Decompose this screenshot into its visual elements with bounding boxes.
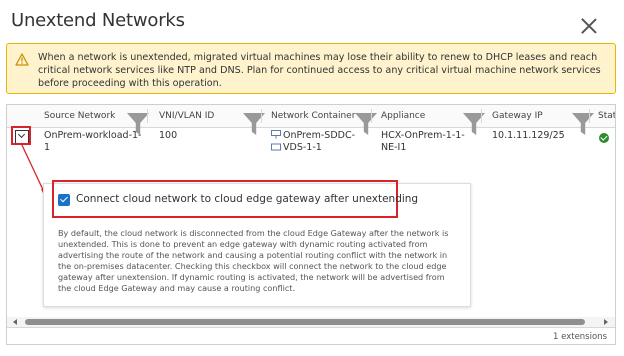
alert-message: When a network is unextended, migrated v… xyxy=(38,52,601,89)
column-status[interactable]: Statu xyxy=(598,105,616,127)
scroll-right-icon[interactable] xyxy=(604,319,608,325)
close-icon[interactable] xyxy=(580,17,598,35)
cell-gateway-ip: 10.1.11.129/25 xyxy=(492,130,565,141)
column-label: Network Container xyxy=(271,111,356,121)
column-label: Appliance xyxy=(381,111,426,121)
dialog-title: Unextend Networks xyxy=(11,10,185,31)
cell-line: VDS-1-1 xyxy=(283,142,322,153)
network-icon xyxy=(271,130,281,139)
column-divider[interactable] xyxy=(261,109,262,123)
warning-alert: When a network is unextended, migrated v… xyxy=(6,43,616,94)
scrollbar-thumb[interactable] xyxy=(25,319,585,325)
column-appliance[interactable]: Appliance xyxy=(381,105,425,127)
cell-appliance: HCX-OnPrem-1-1- NE-I1 xyxy=(381,130,465,154)
check-circle-icon xyxy=(599,133,609,143)
column-vni-vlan[interactable]: VNI/VLAN ID xyxy=(159,105,214,127)
column-divider[interactable] xyxy=(481,109,482,123)
networks-datagrid: Source Network VNI/VLAN ID Network Conta… xyxy=(6,104,616,345)
grid-header: Source Network VNI/VLAN ID Network Conta… xyxy=(7,105,616,135)
column-label: Gateway IP xyxy=(492,111,543,121)
column-divider[interactable] xyxy=(589,109,590,123)
scroll-left-icon[interactable] xyxy=(13,319,17,325)
connect-gateway-checkbox[interactable] xyxy=(58,194,70,206)
filter-icon[interactable] xyxy=(572,113,594,135)
cell-network-container: OnPrem-SDDC- VDS-1-1 xyxy=(283,130,355,154)
cell-vni-vlan: 100 xyxy=(159,130,178,141)
column-label: VNI/VLAN ID xyxy=(159,111,215,121)
warning-icon xyxy=(15,53,29,66)
extension-count: 1 extensions xyxy=(553,332,607,342)
column-divider[interactable] xyxy=(371,109,372,123)
cell-line: HCX-OnPrem-1-1- xyxy=(381,130,465,141)
detail-description: By default, the cloud network is disconn… xyxy=(58,228,449,293)
connect-gateway-label[interactable]: Connect cloud network to cloud edge gate… xyxy=(76,193,418,205)
grid-footer: 1 extensions xyxy=(7,327,615,344)
horizontal-scrollbar[interactable] xyxy=(7,317,615,327)
column-label: Statu xyxy=(598,111,616,121)
column-network-container[interactable]: Network Container xyxy=(271,105,355,127)
cell-line: OnPrem-SDDC- xyxy=(283,130,356,141)
cell-line: NE-I1 xyxy=(381,142,407,153)
row-detail-panel: Connect cloud network to cloud edge gate… xyxy=(43,180,471,307)
column-gateway-ip[interactable]: Gateway IP xyxy=(492,105,543,127)
column-divider[interactable] xyxy=(147,109,148,123)
vds-icon xyxy=(271,143,281,151)
filter-icon[interactable] xyxy=(355,113,377,135)
